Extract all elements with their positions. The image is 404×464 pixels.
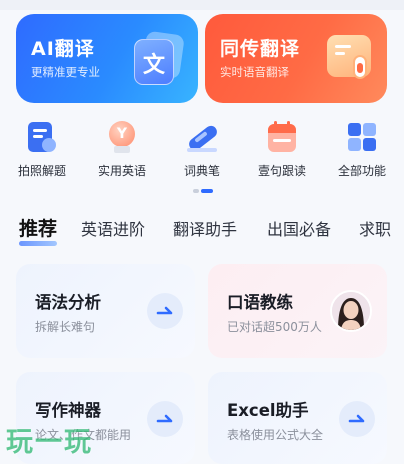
feature-card-grammar[interactable]: 语法分析 拆解长难句 (16, 264, 195, 358)
calendar-read-icon (265, 120, 299, 154)
tool-label: 拍照解题 (17, 164, 66, 178)
tool-sentence-read[interactable]: 壹句跟读 (250, 120, 314, 179)
page-indicator (193, 189, 213, 193)
tools-row: 拍照解题 Y 实用英语 词典笔 壹句跟读 全部功能 (0, 120, 404, 180)
page-dot (193, 189, 199, 193)
tool-label: 壹句跟读 (257, 164, 306, 178)
tab-recommend[interactable]: 推荐 (19, 216, 57, 241)
active-tab-underline (19, 241, 57, 246)
all-grid-icon (345, 120, 379, 154)
watermark: 玩一玩 (6, 420, 93, 459)
tool-label: 词典笔 (183, 164, 220, 178)
bulb-y-icon: Y (105, 120, 139, 154)
tab-translate-assistant[interactable]: 翻译助手 (173, 216, 237, 240)
tab-job-hunting[interactable]: 求职 (359, 216, 391, 240)
feature-title: 口语教练 (227, 293, 293, 312)
document-translate-icon: 文 (134, 30, 185, 85)
tool-practical-english[interactable]: Y 实用英语 (90, 120, 154, 179)
tool-label: 全部功能 (337, 164, 386, 178)
photo-solve-icon (25, 120, 59, 154)
arrow-right-icon[interactable] (147, 401, 183, 437)
watermark-text: 玩一玩 (6, 427, 93, 458)
ai-translate-title: AI翻译 (31, 38, 95, 60)
category-tabs: 推荐 英语进阶 翻译助手 出国必备 求职 (0, 216, 404, 246)
feature-subtitle: 拆解长难句 (35, 320, 96, 334)
simultaneous-translate-title: 同传翻译 (220, 38, 301, 60)
tool-dictionary-pen[interactable]: 词典笔 (170, 120, 234, 179)
ai-translate-card[interactable]: AI翻译 更精准更专业 文 (16, 14, 198, 103)
feature-subtitle: 表格使用公式大全 (227, 428, 324, 442)
feature-card-excel[interactable]: Excel助手 表格使用公式大全 (208, 372, 387, 464)
feature-card-speaking-coach[interactable]: 口语教练 已对话超500万人 (208, 264, 387, 358)
feature-title: 写作神器 (35, 401, 101, 420)
translate-glyph: 文 (142, 53, 165, 78)
microphone-card-icon (323, 33, 373, 85)
tab-english-advanced[interactable]: 英语进阶 (81, 216, 145, 240)
arrow-right-icon[interactable] (339, 401, 375, 437)
simultaneous-translate-card[interactable]: 同传翻译 实时语音翻译 (205, 14, 387, 103)
ai-translate-subtitle: 更精准更专业 (31, 65, 100, 79)
page-dot-active (201, 189, 213, 193)
avatar (330, 290, 372, 332)
arrow-right-icon[interactable] (147, 293, 183, 329)
top-strip (0, 0, 404, 10)
tab-abroad-essentials[interactable]: 出国必备 (267, 216, 331, 240)
tool-photo-solve[interactable]: 拍照解题 (10, 120, 74, 179)
feature-title: Excel助手 (227, 401, 309, 420)
tool-all-features[interactable]: 全部功能 (330, 120, 394, 179)
simultaneous-translate-subtitle: 实时语音翻译 (220, 65, 289, 79)
tool-label: 实用英语 (97, 164, 146, 178)
dictionary-pen-icon (185, 120, 220, 154)
feature-subtitle: 已对话超500万人 (227, 320, 322, 334)
feature-title: 语法分析 (35, 293, 101, 312)
